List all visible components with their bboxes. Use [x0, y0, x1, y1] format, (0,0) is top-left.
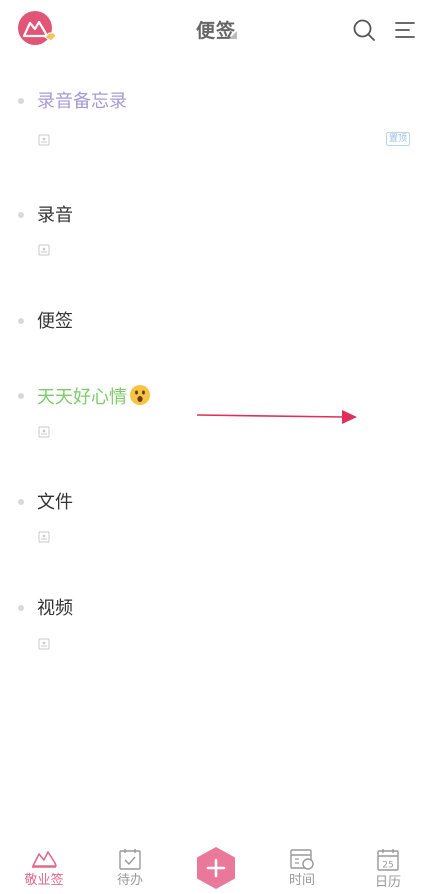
nav-item-todo[interactable]: 待办 — [100, 836, 160, 894]
bottom-nav: 敬业签 待办 时间 25 日历 — [0, 836, 432, 894]
calendar-date-icon: 25 — [377, 849, 399, 871]
note-type-icon — [38, 638, 50, 650]
calendar-check-icon — [119, 849, 141, 870]
note-type-icon — [38, 134, 50, 146]
home-shoe-icon — [32, 851, 57, 868]
note-type-icon — [38, 531, 50, 543]
calendar-day-number: 25 — [382, 861, 393, 871]
add-button[interactable] — [195, 846, 237, 890]
caret-down-icon[interactable] — [229, 31, 237, 39]
nav-item-calendar[interactable]: 25 日历 — [358, 836, 418, 894]
list-bullet — [18, 98, 24, 104]
nav-label: 待办 — [116, 873, 143, 888]
note-title: 录音 — [37, 205, 73, 226]
search-icon[interactable] — [352, 18, 376, 42]
list-bullet — [18, 499, 24, 505]
nav-label: 日历 — [374, 875, 401, 890]
annotation-arrow-icon — [196, 410, 357, 424]
calendar-clock-icon — [290, 849, 314, 870]
note-title: 天天好心情 — [37, 384, 151, 411]
pinned-badge: 置顶 — [386, 132, 410, 146]
list-bullet — [18, 212, 24, 218]
note-type-icon — [38, 426, 50, 438]
nav-label: 时间 — [288, 873, 315, 888]
note-title: 视频 — [37, 598, 73, 619]
list-bullet — [18, 393, 24, 399]
note-title: 录音备忘录 — [37, 91, 127, 112]
astonished-face-emoji-icon — [130, 385, 150, 405]
nav-item-time[interactable]: 时间 — [272, 836, 332, 894]
app-screen: 便签 录音备忘录 置顶 录音 便签 天天好心情 文件 视频 敬业签 待办 时间 … — [0, 0, 432, 894]
note-title: 便签 — [37, 311, 73, 332]
list-bullet — [18, 318, 24, 324]
note-type-icon — [38, 244, 50, 256]
list-bullet — [18, 605, 24, 611]
menu-icon[interactable] — [393, 18, 417, 42]
top-bar: 便签 — [0, 0, 432, 62]
nav-label: 敬业签 — [24, 873, 64, 888]
note-title: 文件 — [37, 492, 73, 513]
nav-item-home[interactable]: 敬业签 — [14, 836, 74, 894]
note-title-text: 天天好心情 — [37, 387, 127, 408]
